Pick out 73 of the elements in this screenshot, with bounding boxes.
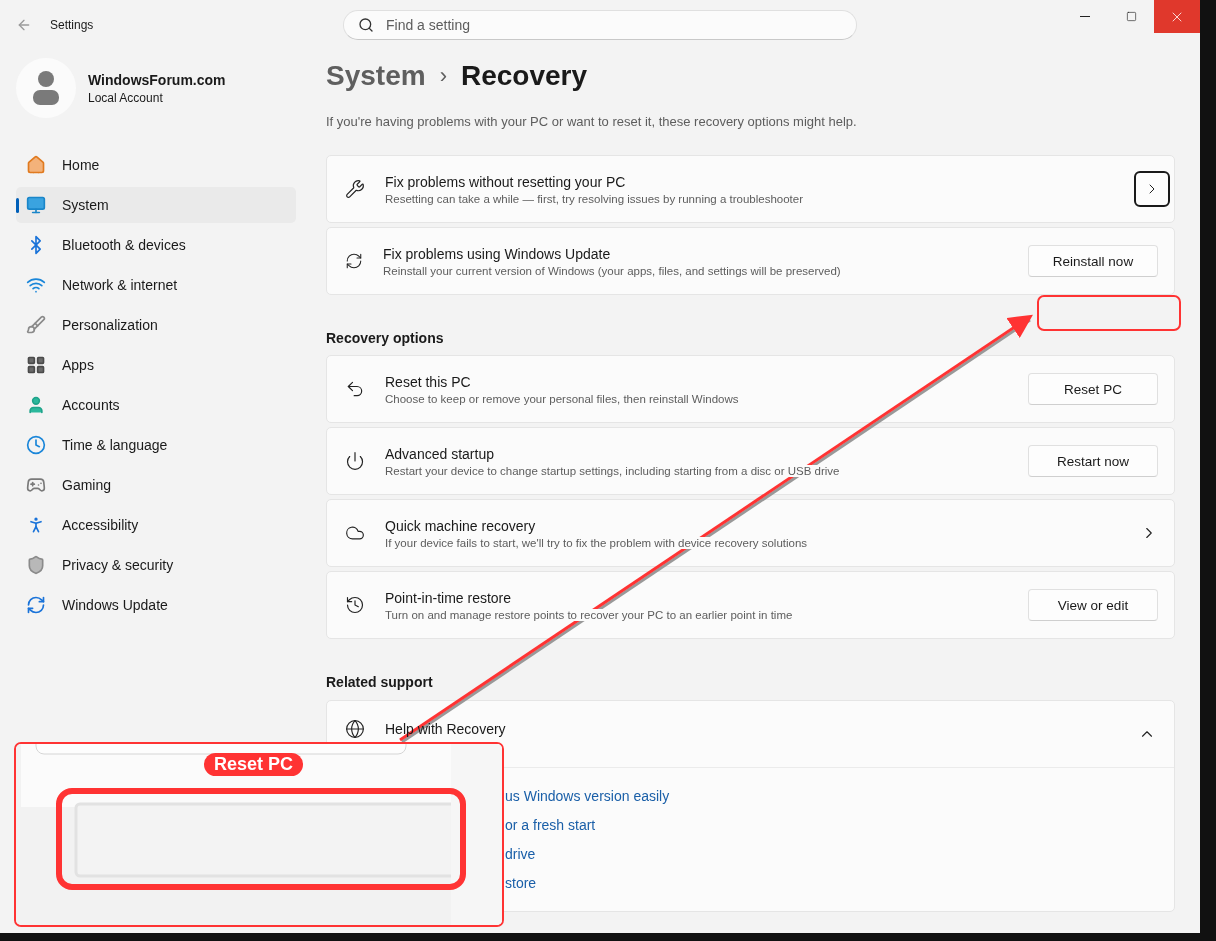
help-link[interactable]: or a fresh start xyxy=(505,817,596,834)
page-title: Recovery xyxy=(460,60,588,92)
window-title: Settings xyxy=(50,18,94,32)
house-icon xyxy=(26,155,46,175)
undo-arrow-icon xyxy=(345,379,365,399)
action-button[interactable]: Restart now xyxy=(1028,445,1158,477)
breadcrumb-separator: › xyxy=(439,63,447,89)
card-title: Fix problems without resetting your PC xyxy=(385,173,626,190)
section-heading: Related support xyxy=(326,674,434,690)
nav-item[interactable]: Gaming xyxy=(16,467,296,503)
help-link[interactable]: us Windows version easily xyxy=(505,788,670,805)
setting-card[interactable]: Point-in-time restore Turn on and manage restore points to recover your PC to an earlier point in time View or edit xyxy=(326,571,1175,639)
intro-text: If you're having problems with your PC or want to reset it, these recovery options might help. xyxy=(326,114,858,129)
person-silhouette-icon xyxy=(31,70,61,106)
back-icon[interactable] xyxy=(16,17,32,33)
nav-item[interactable]: Accounts xyxy=(16,387,296,423)
clock-arrow-icon xyxy=(345,595,365,615)
monitor-icon xyxy=(26,195,46,215)
gamepad-icon xyxy=(26,475,46,495)
setting-card[interactable]: Advanced startup Restart your device to change startup settings, including starting from a disc or USB drive Restart now xyxy=(326,427,1175,495)
nav-item[interactable]: Privacy & security xyxy=(16,547,296,583)
person-icon xyxy=(26,395,46,415)
globe-icon xyxy=(345,719,365,739)
section-heading: Recovery options xyxy=(326,330,445,346)
card-subtitle: Resetting can take a while — first, try resolving issues by running a troubleshooter xyxy=(385,192,804,205)
callout-label: Reset PC xyxy=(204,753,304,776)
card-title: Advanced startup xyxy=(385,445,494,462)
action-button[interactable]: View or edit xyxy=(1028,589,1158,621)
search-field[interactable]: Find a setting xyxy=(384,16,842,34)
card-subtitle: Restart your device to change startup settings, including starting from a disc or USB drive xyxy=(385,464,840,477)
account-name: WindowsForum.com xyxy=(88,71,226,88)
power-icon xyxy=(345,451,365,471)
help-link[interactable]: drive xyxy=(505,846,536,863)
clock-icon xyxy=(26,435,46,455)
wrench-icon xyxy=(345,179,365,199)
nav-item[interactable]: System xyxy=(16,187,296,223)
setting-card[interactable]: Quick machine recovery If your device fails to start, we'll try to fix the problem with device recovery solutions xyxy=(326,499,1175,567)
apps-grid-icon xyxy=(26,355,46,375)
action-button[interactable]: Reinstall now xyxy=(1028,245,1158,277)
card-title: Quick machine recovery xyxy=(385,517,536,534)
nav-item[interactable]: Time & language xyxy=(16,427,296,463)
breadcrumb-parent[interactable]: System xyxy=(326,60,426,92)
setting-card[interactable]: Fix problems without resetting your PC Resetting can take a while — first, try resolving issues by running a troubleshooter xyxy=(326,155,1175,223)
help-link[interactable]: store xyxy=(505,875,537,892)
minimize-icon xyxy=(1080,16,1090,17)
search-icon xyxy=(358,17,374,33)
nav-item[interactable]: Personalization xyxy=(16,307,296,343)
card-title: Reset this PC xyxy=(385,373,471,390)
card-subtitle: Turn on and manage restore points to recover your PC to an earlier point in time xyxy=(385,608,793,621)
paintbrush-icon xyxy=(26,315,46,335)
account-type: Local Account xyxy=(88,90,164,105)
nav-item[interactable]: Accessibility xyxy=(16,507,296,543)
nav-item[interactable]: Windows Update xyxy=(16,587,296,623)
refresh-icon xyxy=(345,252,363,270)
nav-item[interactable]: Network & internet xyxy=(16,267,296,303)
card-subtitle: Choose to keep or remove your personal files, then reinstall Windows xyxy=(385,392,739,405)
setting-card[interactable]: Reset this PC Choose to keep or remove your personal files, then reinstall Windows Reset PC xyxy=(326,355,1175,423)
help-title: Help with Recovery xyxy=(385,721,506,737)
nav-item[interactable]: Apps xyxy=(16,347,296,383)
nav-item[interactable]: Bluetooth & devices xyxy=(16,227,296,263)
maximize-icon xyxy=(1125,11,1137,22)
setting-card[interactable]: Fix problems using Windows Update Reinstall your current version of Windows (your apps, files, and settings will be preserved) Reinstall now xyxy=(326,227,1175,295)
nav-item[interactable]: Home xyxy=(16,147,296,183)
chevron-button[interactable] xyxy=(1134,171,1170,207)
card-subtitle: If your device fails to start, we'll try to fix the problem with device recovery solutions xyxy=(385,536,808,549)
card-title: Fix problems using Windows Update xyxy=(383,245,611,262)
action-button[interactable]: Reset PC xyxy=(1028,373,1158,405)
wifi-icon xyxy=(26,275,46,295)
card-title: Point-in-time restore xyxy=(385,589,512,606)
shield-icon xyxy=(26,555,46,575)
card-subtitle: Reinstall your current version of Windows (your apps, files, and settings will be preserved) xyxy=(383,264,841,277)
update-icon xyxy=(26,595,46,615)
search-field[interactable]: Find a setting xyxy=(343,10,857,40)
